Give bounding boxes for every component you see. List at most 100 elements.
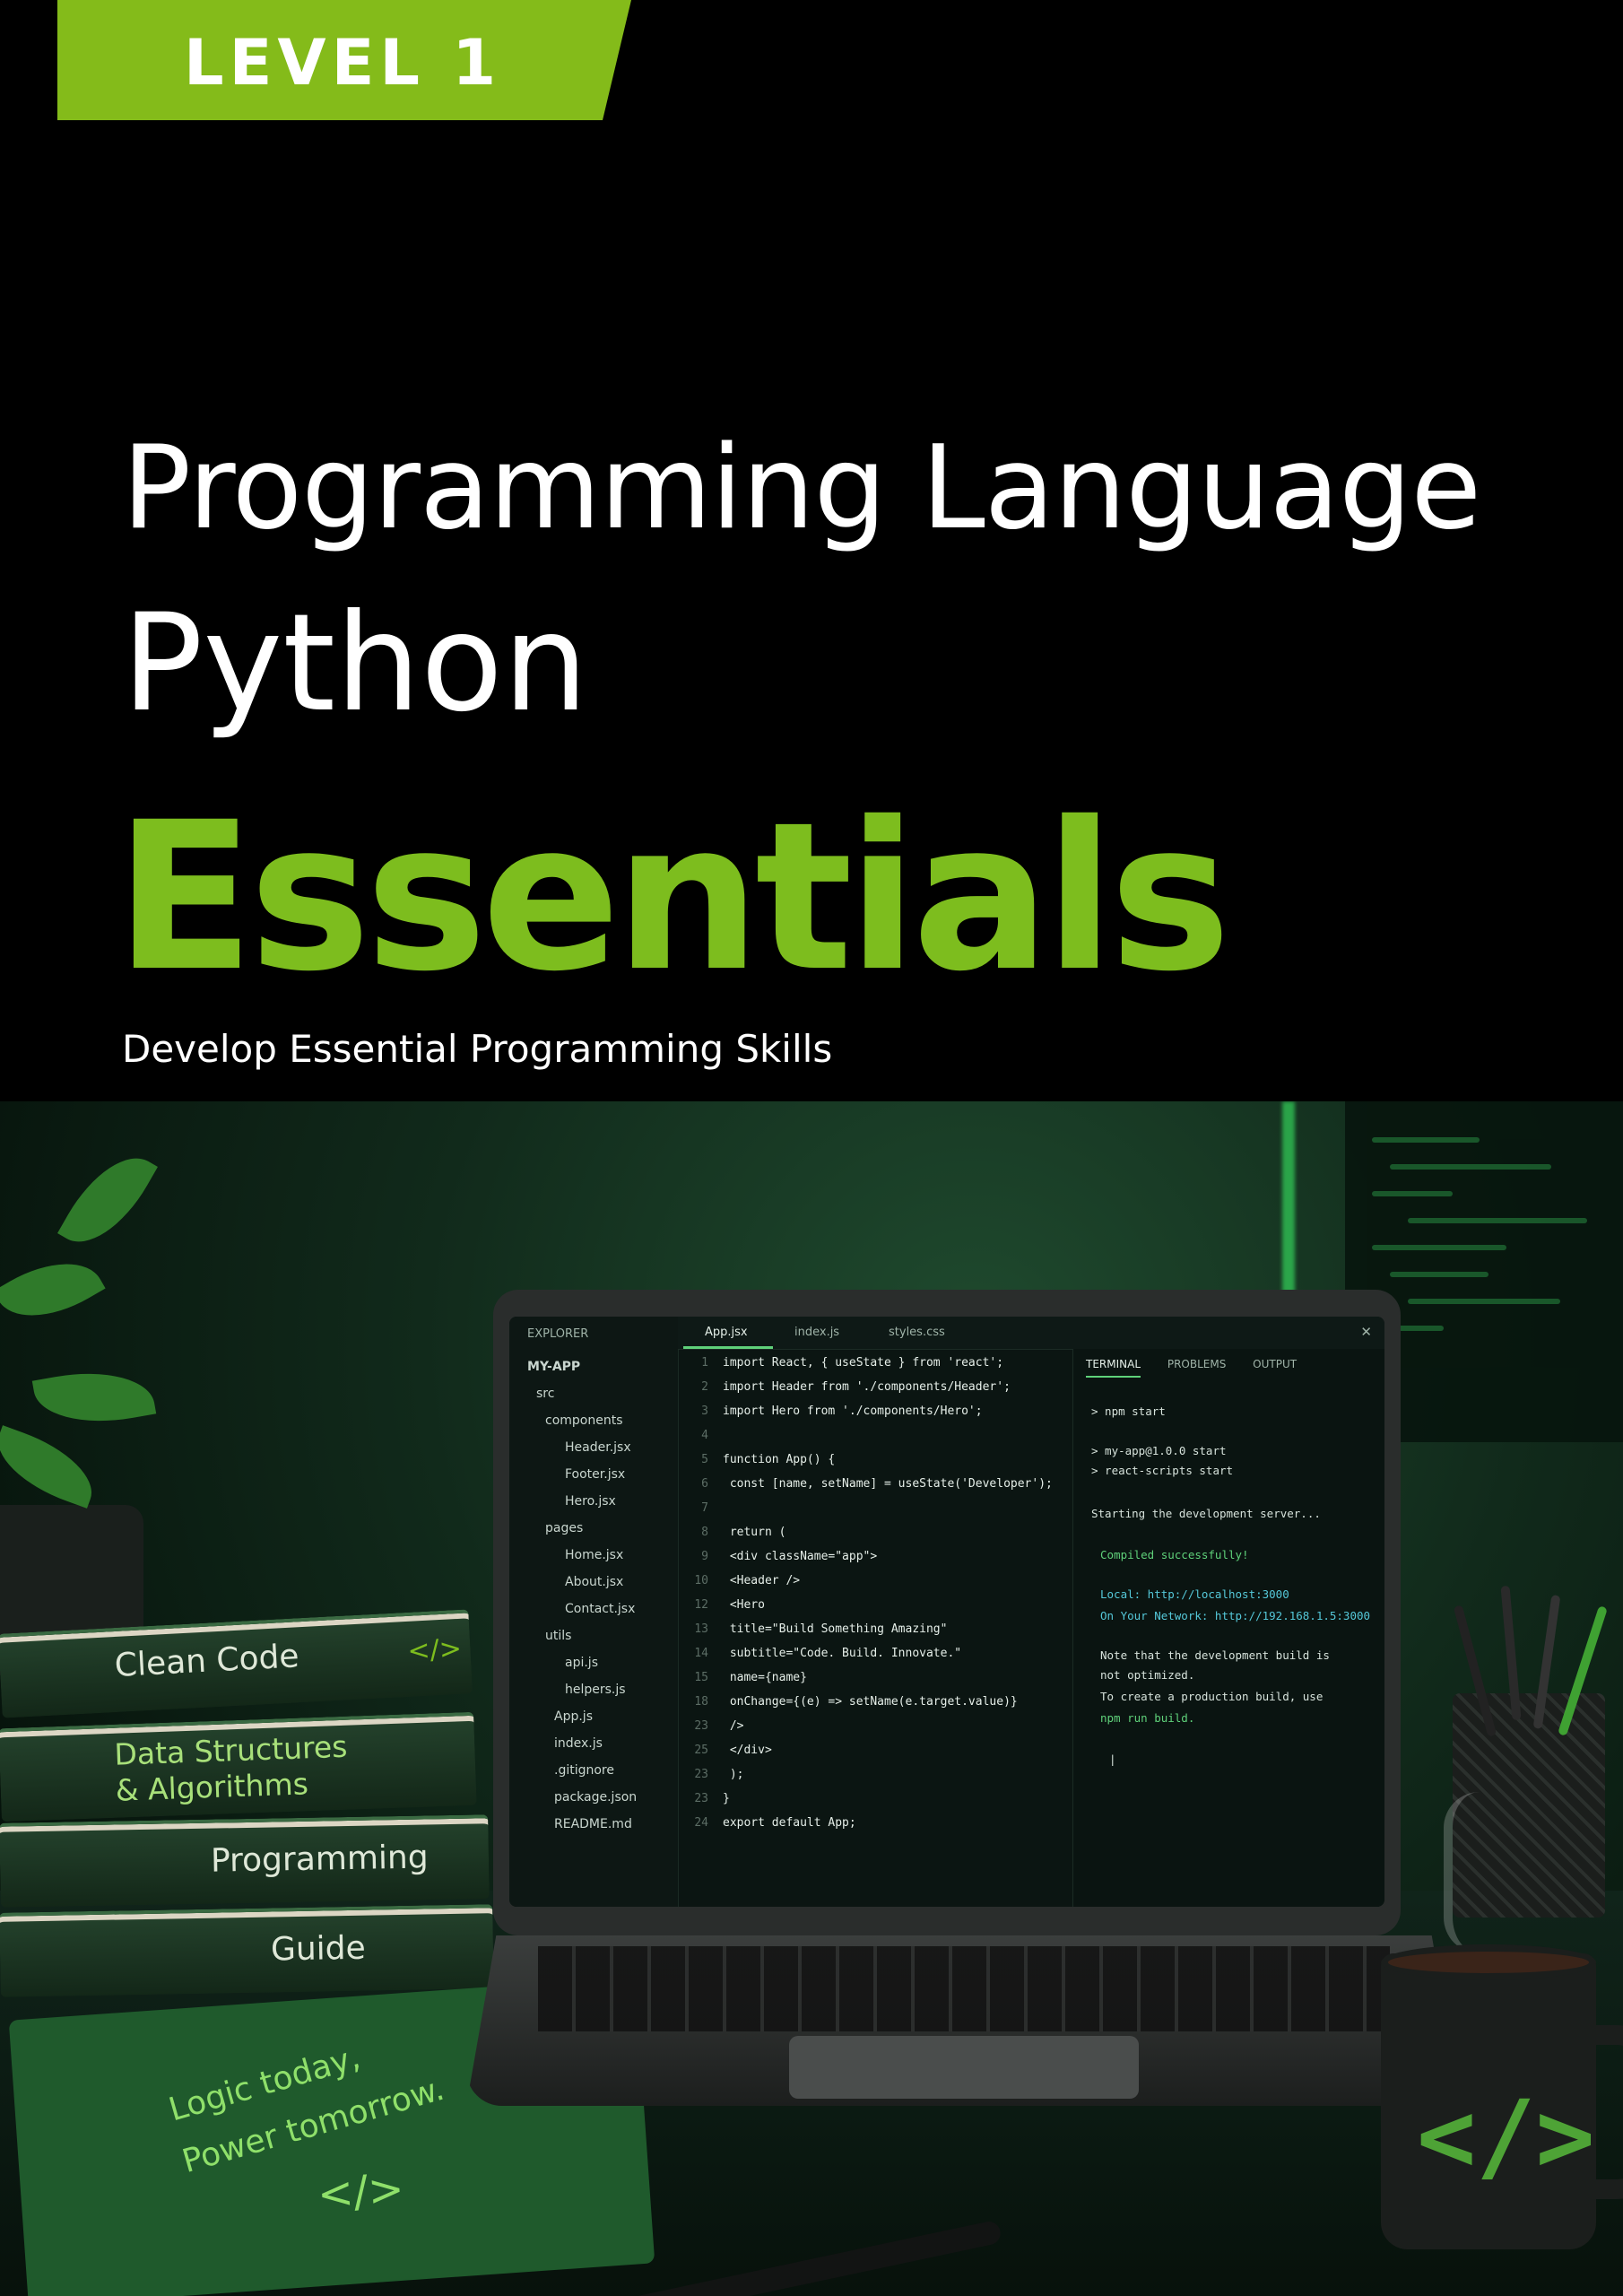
code-line: 5 function App() { — [678, 1453, 835, 1466]
line-number: 3 — [701, 1405, 708, 1418]
line-number: 18 — [694, 1695, 708, 1709]
tree-item: index.js — [554, 1736, 603, 1751]
tab-problems[interactable]: PROBLEMS — [1167, 1358, 1227, 1370]
line-number: 23 — [694, 1792, 708, 1805]
code-text: subtitle="Code. Build. Innovate." — [723, 1647, 962, 1660]
title-line-2: Python — [122, 586, 588, 742]
terminal-success: Compiled successfully! — [1100, 1548, 1249, 1561]
book-title: Programming — [210, 1839, 429, 1880]
tree-item: Home.jsx — [565, 1548, 624, 1562]
code-line: 24 export default App; — [678, 1816, 856, 1830]
book-data-structures: Data Structures & Algorithms — [0, 1711, 477, 1822]
tree-item: Contact.jsx — [565, 1602, 636, 1616]
line-number: 15 — [694, 1671, 708, 1684]
code-text: export default App; — [723, 1816, 856, 1830]
desk-illustration: Clean Code </> Data Structures & Algorit… — [0, 1101, 1623, 2296]
tree-item: helpers.js — [565, 1683, 626, 1697]
tree-item: src — [536, 1387, 555, 1401]
terminal-panel: TERMINAL PROBLEMS OUTPUT > npm start > m… — [1072, 1349, 1384, 1907]
line-number: 6 — [701, 1477, 708, 1491]
line-number: 9 — [701, 1550, 708, 1563]
code-line: 18 onChange={(e) => setName(e.target.val… — [678, 1695, 1017, 1709]
explorer-title: EXPLORER — [527, 1327, 589, 1341]
tree-item: README.md — [554, 1817, 632, 1831]
code-line: 2 import Header from './components/Header… — [678, 1380, 1011, 1394]
code-line: 3 import Hero from './components/Hero'; — [678, 1405, 983, 1418]
code-line: 23 ); — [678, 1768, 743, 1781]
code-text: /> — [723, 1719, 744, 1733]
code-text: <Header /> — [723, 1574, 801, 1587]
laptop: EXPLORER MY-APP src components Header.js… — [493, 1290, 1401, 1935]
tab-output[interactable]: OUTPUT — [1253, 1358, 1297, 1370]
line-number: 8 — [701, 1526, 708, 1539]
book-guide: Guide — [0, 1904, 494, 1997]
plant-leaf — [0, 1425, 104, 1509]
steam — [1444, 1792, 1515, 1953]
code-text: return ( — [723, 1526, 786, 1539]
line-number: 13 — [694, 1622, 708, 1636]
terminal-line: > npm start — [1091, 1405, 1166, 1418]
code-line: 13 title="Build Something Amazing" — [678, 1622, 947, 1636]
tree-item: Footer.jsx — [565, 1467, 626, 1482]
tree-item: api.js — [565, 1656, 598, 1670]
code-line: 9 <div className="app"> — [678, 1550, 877, 1563]
code-text: ); — [723, 1768, 744, 1781]
level-badge-label: LEVEL 1 — [184, 26, 502, 100]
tree-item: Header.jsx — [565, 1440, 631, 1455]
terminal-line: Starting the development server... — [1091, 1507, 1321, 1520]
line-number: 25 — [694, 1744, 708, 1757]
close-icon[interactable]: ✕ — [1360, 1324, 1372, 1340]
code-line: 7 — [678, 1501, 723, 1515]
terminal-line: npm run build. — [1100, 1711, 1195, 1725]
title-essentials: Essentials — [115, 778, 1231, 1016]
tree-item: App.js — [554, 1709, 593, 1724]
terminal-line: To create a production build, use — [1100, 1690, 1324, 1703]
code-text: const [name, setName] = useState('Develo… — [723, 1477, 1053, 1491]
terminal-line: > react-scripts start — [1091, 1464, 1234, 1477]
cover-page: LEVEL 1 Programming Language Python Esse… — [0, 0, 1623, 2296]
laptop-screen: EXPLORER MY-APP src components Header.js… — [509, 1317, 1384, 1907]
tab-styles-css[interactable]: styles.css — [889, 1326, 945, 1339]
code-line: 15 name={name} — [678, 1671, 807, 1684]
terminal-line: Local: http://localhost:3000 — [1100, 1587, 1289, 1601]
tree-item: components — [545, 1413, 623, 1428]
tree-item: utils — [545, 1629, 572, 1643]
code-editor[interactable]: 1 import React, { useState } from 'react'… — [678, 1356, 1072, 1903]
code-icon: </> — [1417, 2079, 1595, 2194]
coffee — [1381, 1944, 1596, 1980]
active-tab-indicator — [683, 1346, 773, 1349]
code-text: </div> — [723, 1744, 772, 1757]
plant-leaf — [0, 1241, 106, 1338]
line-number: 23 — [694, 1719, 708, 1733]
terminal-tabs: TERMINAL PROBLEMS OUTPUT — [1086, 1358, 1320, 1378]
book-title: & Algorithms — [115, 1766, 309, 1808]
plant-leaf — [57, 1140, 158, 1260]
code-line: 23 /> — [678, 1719, 743, 1733]
code-line: 12 <Hero — [678, 1598, 765, 1612]
book-programming: Programming — [0, 1814, 490, 1908]
line-number: 4 — [701, 1429, 708, 1442]
title-line-1: Programming Language — [122, 422, 1481, 555]
code-text: name={name} — [723, 1671, 807, 1684]
line-number: 12 — [694, 1598, 708, 1612]
code-text: function App() { — [723, 1453, 836, 1466]
code-line: 4 — [678, 1429, 723, 1442]
line-number: 24 — [694, 1816, 708, 1830]
book-title: Data Structures — [113, 1728, 348, 1772]
tab-index-js[interactable]: index.js — [794, 1326, 839, 1339]
code-line: 10 <Header /> — [678, 1574, 800, 1587]
tab-app-jsx[interactable]: App.jsx — [705, 1326, 748, 1339]
keyboard — [538, 1946, 1390, 2031]
book-title: Guide — [270, 1929, 367, 1969]
code-text: import Hero from './components/Hero'; — [723, 1405, 983, 1418]
tab-terminal[interactable]: TERMINAL — [1086, 1358, 1141, 1378]
line-number: 7 — [701, 1501, 708, 1515]
trackpad — [789, 2036, 1139, 2099]
tree-item: About.jsx — [565, 1575, 624, 1589]
file-explorer: EXPLORER MY-APP src components Header.js… — [509, 1317, 679, 1907]
subtitle: Develop Essential Programming Skills — [122, 1027, 833, 1071]
code-text: <Hero — [723, 1598, 765, 1612]
line-number: 14 — [694, 1647, 708, 1660]
glow-light — [1282, 1101, 1295, 1299]
terminal-cursor: | — [1109, 1752, 1116, 1766]
